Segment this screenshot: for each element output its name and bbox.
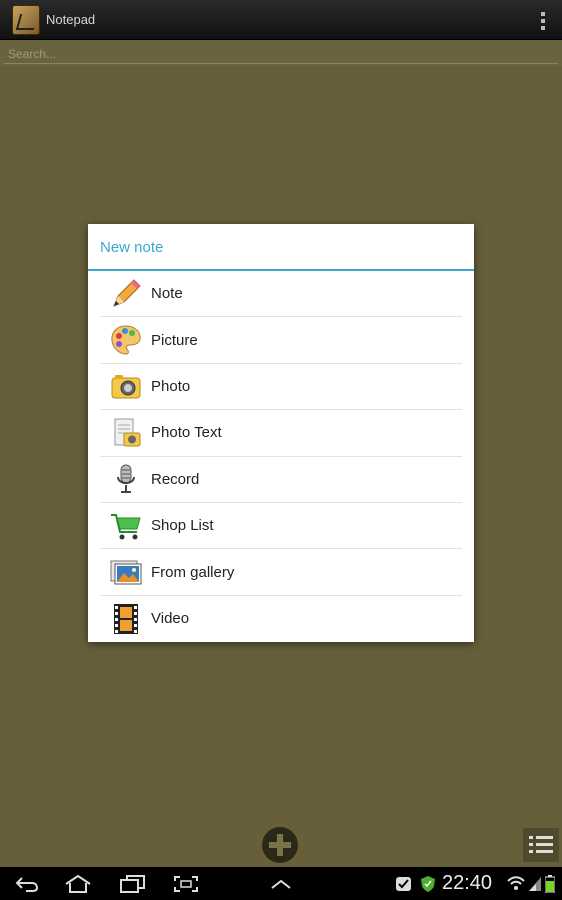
- add-note-button[interactable]: [262, 827, 298, 863]
- chevron-up-icon[interactable]: [266, 873, 296, 895]
- recent-apps-icon[interactable]: [116, 873, 148, 895]
- notification-check-icon[interactable]: [394, 873, 414, 895]
- search-input[interactable]: [4, 44, 558, 64]
- signal-icon: [528, 873, 542, 895]
- back-icon[interactable]: [12, 873, 42, 895]
- pencil-icon: [109, 277, 143, 311]
- search-bar: [0, 40, 562, 66]
- dialog-item-label: Video: [151, 610, 190, 628]
- dialog-item-label: From gallery: [151, 563, 235, 581]
- document-camera-icon: [109, 416, 143, 450]
- list-icon: [529, 836, 553, 853]
- film-icon: [109, 602, 143, 636]
- dialog-title: New note: [88, 224, 474, 271]
- security-shield-icon[interactable]: [418, 873, 438, 895]
- dialog-item-shop-list[interactable]: Shop List: [100, 503, 462, 550]
- dialog-item-photo[interactable]: Photo: [100, 364, 462, 411]
- dialog-item-note[interactable]: Note: [100, 271, 462, 318]
- shopping-cart-icon: [109, 509, 143, 543]
- camera-icon: [109, 369, 143, 403]
- gallery-icon: [109, 555, 143, 589]
- dialog-item-label: Shop List: [151, 517, 214, 535]
- palette-icon: [109, 323, 143, 357]
- dialog-item-from-gallery[interactable]: From gallery: [100, 549, 462, 596]
- battery-icon: [544, 873, 556, 895]
- plus-icon: [269, 834, 291, 856]
- system-bar: 22:40: [0, 867, 562, 900]
- dialog-list: Note Picture Photo Photo Text Record Sho…: [88, 271, 474, 642]
- notepad-app-icon[interactable]: [12, 4, 40, 35]
- dialog-item-label: Photo: [151, 377, 191, 395]
- dialog-item-picture[interactable]: Picture: [100, 317, 462, 364]
- screenshot-icon[interactable]: [170, 873, 202, 895]
- dialog-item-label: Picture: [151, 331, 198, 349]
- dialog-item-label: Note: [151, 285, 183, 303]
- app-title: Notepad: [46, 12, 96, 27]
- dialog-item-label: Record: [151, 470, 200, 488]
- overflow-menu-icon[interactable]: [540, 12, 546, 30]
- dialog-item-video[interactable]: Video: [100, 596, 462, 642]
- dialog-item-photo-text[interactable]: Photo Text: [100, 410, 462, 457]
- dialog-item-record[interactable]: Record: [100, 457, 462, 503]
- dialog-item-label: Photo Text: [151, 424, 222, 442]
- status-clock: 22:40: [442, 872, 493, 894]
- home-icon[interactable]: [62, 873, 94, 895]
- list-view-button[interactable]: [523, 828, 559, 862]
- new-note-dialog: New note Note Picture Photo Photo Text R…: [88, 224, 474, 642]
- microphone-icon: [109, 462, 143, 496]
- action-bar: Notepad: [0, 0, 562, 40]
- wifi-icon: [506, 873, 526, 895]
